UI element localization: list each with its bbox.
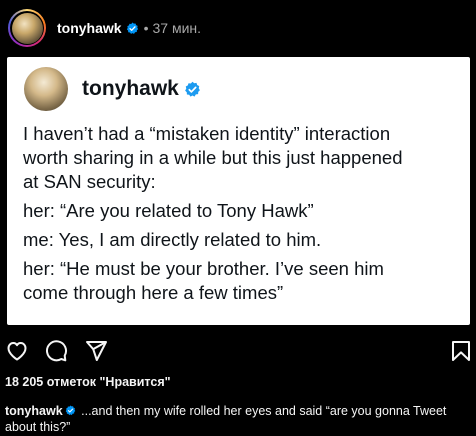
post-header: tonyhawk • 37 мин. — [0, 0, 476, 56]
tweet-avatar — [24, 67, 68, 111]
avatar-photo — [11, 12, 43, 44]
verified-badge-icon — [126, 22, 138, 34]
post-time: 37 мин. — [152, 20, 202, 36]
tweet-text: I haven’t had a “mistaken identity” inte… — [23, 122, 463, 305]
post-actions — [0, 336, 476, 366]
tweet-author: tonyhawk — [24, 67, 201, 111]
tweet-username: tonyhawk — [82, 77, 179, 100]
tweet-image[interactable]: tonyhawk I haven’t had a “mistaken ident… — [7, 57, 470, 325]
tweet-text-line: her: “He must be your brother. I’ve seen… — [23, 258, 384, 279]
tweet-text-line: me: Yes, I am directly related to him. — [23, 229, 322, 250]
tweet-text-line: come through here a few times” — [23, 282, 284, 303]
caption-username[interactable]: tonyhawk — [5, 404, 63, 418]
caption-verified-badge-icon — [65, 405, 75, 416]
post-username[interactable]: tonyhawk — [57, 20, 122, 36]
share-icon[interactable] — [84, 339, 108, 363]
tweet-text-line: worth sharing in a while but this just h… — [23, 147, 403, 168]
tweet-text-line: her: “Are you related to Tony Hawk” — [23, 200, 314, 221]
bookmark-icon[interactable] — [449, 339, 473, 363]
comment-icon[interactable] — [44, 339, 68, 363]
post-caption: tonyhawk ...and then my wife rolled her … — [5, 403, 471, 435]
tweet-text-line: I haven’t had a “mistaken identity” inte… — [23, 123, 391, 144]
tweet-text-line: at SAN security: — [23, 171, 156, 192]
profile-avatar[interactable] — [8, 9, 46, 47]
header-separator: • — [143, 20, 149, 36]
likes-count[interactable]: 18 205 отметок "Нравится" — [5, 375, 171, 389]
heart-icon[interactable] — [5, 339, 29, 363]
tweet-verified-badge-icon — [184, 81, 200, 97]
